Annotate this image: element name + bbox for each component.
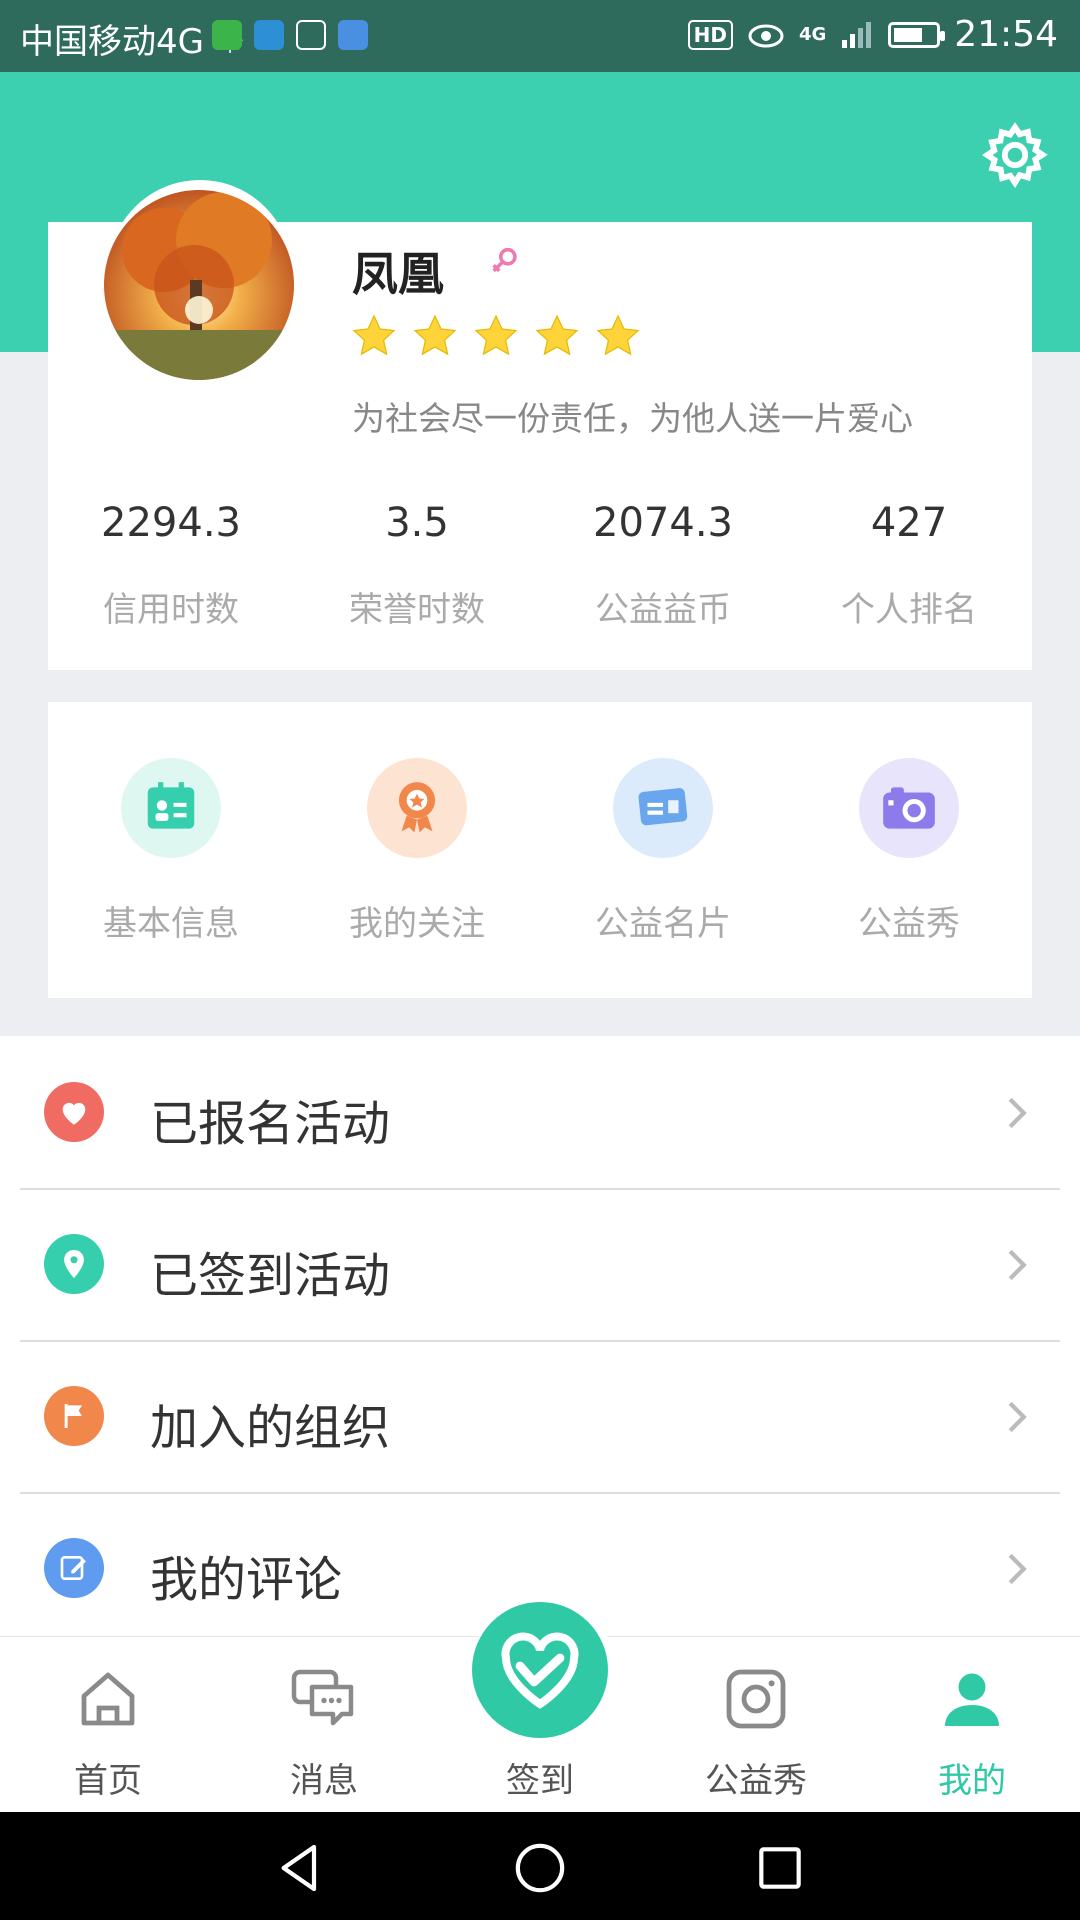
stat-ranking[interactable]: 427 个人排名 [786, 500, 1032, 631]
video-app-icon [338, 20, 368, 50]
stat-credit-hours[interactable]: 2294.3 信用时数 [48, 500, 294, 631]
menu-item-checked-in-activities[interactable]: 已签到活动 [0, 1188, 1080, 1340]
quick-action-label: 基本信息 [103, 904, 239, 944]
quick-actions: 基本信息 我的关注 公益名片 公益秀 [48, 702, 1032, 998]
status-bar: 中国移动4G ☼ HD 4G 21:54 [0, 0, 1080, 72]
home-icon [81, 1672, 135, 1726]
battery-icon [888, 21, 946, 48]
hd-badge: HD [687, 19, 733, 50]
rating-stars [350, 312, 642, 360]
edit-icon [60, 1556, 86, 1580]
heart-hand-icon [501, 1632, 579, 1709]
menu-list: 已报名活动 已签到活动 加入的组织 我的评论 [0, 1036, 1080, 1636]
star-icon [535, 314, 579, 356]
stat-honor-hours[interactable]: 3.5 荣誉时数 [294, 500, 540, 631]
quick-action-label: 公益名片 [595, 904, 731, 944]
stat-value: 3.5 [385, 500, 449, 546]
star-icon [352, 314, 396, 356]
uc-browser-icon [296, 20, 326, 50]
signal-icon [842, 21, 872, 48]
menu-item-label: 我的评论 [150, 1552, 343, 1608]
user-icon [945, 1673, 999, 1726]
menu-item-label: 加入的组织 [150, 1400, 391, 1456]
nav-messages[interactable]: 消息 [216, 1637, 432, 1813]
chevron-right-icon [1008, 1401, 1027, 1433]
business-card-icon [638, 788, 688, 826]
system-nav-bar [0, 1812, 1080, 1920]
stat-label: 公益益币 [595, 590, 731, 630]
star-icon [474, 314, 518, 356]
nav-label: 首页 [74, 1761, 142, 1801]
nav-label: 我的 [938, 1761, 1006, 1801]
camera-icon [883, 787, 935, 829]
home-circle-icon[interactable] [512, 1840, 568, 1896]
star-icon [413, 314, 457, 356]
stat-label: 信用时数 [103, 590, 239, 630]
stat-value: 2074.3 [593, 500, 733, 546]
menu-item-joined-organizations[interactable]: 加入的组织 [0, 1340, 1080, 1492]
quick-action-label: 我的关注 [349, 904, 485, 944]
chevron-right-icon [1008, 1097, 1027, 1129]
nav-home[interactable]: 首页 [0, 1637, 216, 1813]
nav-show[interactable]: 公益秀 [648, 1637, 864, 1813]
nav-label: 签到 [506, 1761, 574, 1801]
nav-label: 消息 [290, 1761, 358, 1801]
heart-icon [62, 1102, 86, 1125]
location-pin-icon [64, 1249, 84, 1279]
star-icon [596, 314, 640, 356]
chevron-right-icon [1008, 1553, 1027, 1585]
stat-label: 荣誉时数 [349, 590, 485, 630]
quick-action-label: 公益秀 [858, 904, 960, 944]
sign-in-button[interactable] [472, 1602, 608, 1738]
chevron-right-icon [1008, 1249, 1027, 1281]
user-name: 凤凰 [352, 247, 444, 301]
nav-mine[interactable]: 我的 [864, 1637, 1080, 1813]
network-type: 4G [798, 24, 827, 45]
medal-icon [398, 782, 436, 833]
menu-item-registered-activities[interactable]: 已报名活动 [0, 1036, 1080, 1188]
eye-comfort-icon [748, 24, 784, 47]
stat-coins[interactable]: 2074.3 公益益币 [540, 500, 786, 631]
menu-item-label: 已签到活动 [150, 1248, 391, 1304]
gear-icon[interactable] [980, 120, 1050, 190]
menu-item-label: 已报名活动 [150, 1096, 391, 1152]
notification-icons [212, 20, 368, 50]
quick-action-following[interactable]: 我的关注 [294, 702, 540, 998]
nav-label: 公益秀 [705, 1761, 807, 1801]
recents-icon[interactable] [752, 1840, 808, 1896]
quick-action-basic-info[interactable]: 基本信息 [48, 702, 294, 998]
clock: 21:54 [954, 14, 1058, 55]
avatar[interactable] [104, 190, 294, 380]
stats-row: 2294.3 信用时数 3.5 荣誉时数 2074.3 公益益币 427 个人排… [48, 500, 1032, 631]
quick-action-card[interactable]: 公益名片 [540, 702, 786, 998]
chat-icon [291, 1669, 354, 1726]
quick-action-show[interactable]: 公益秀 [786, 702, 1032, 998]
stat-value: 2294.3 [101, 500, 241, 546]
back-icon[interactable] [272, 1840, 328, 1896]
flag-icon [64, 1404, 82, 1428]
iqiyi-icon [212, 20, 242, 50]
user-motto: 为社会尽一份责任，为他人送一片爱心 [352, 399, 913, 438]
stat-label: 个人排名 [841, 590, 977, 630]
stat-value: 427 [870, 500, 948, 546]
instagram-icon [726, 1669, 786, 1729]
bird-app-icon [254, 20, 284, 50]
female-icon [492, 247, 517, 273]
id-card-icon [147, 782, 195, 829]
